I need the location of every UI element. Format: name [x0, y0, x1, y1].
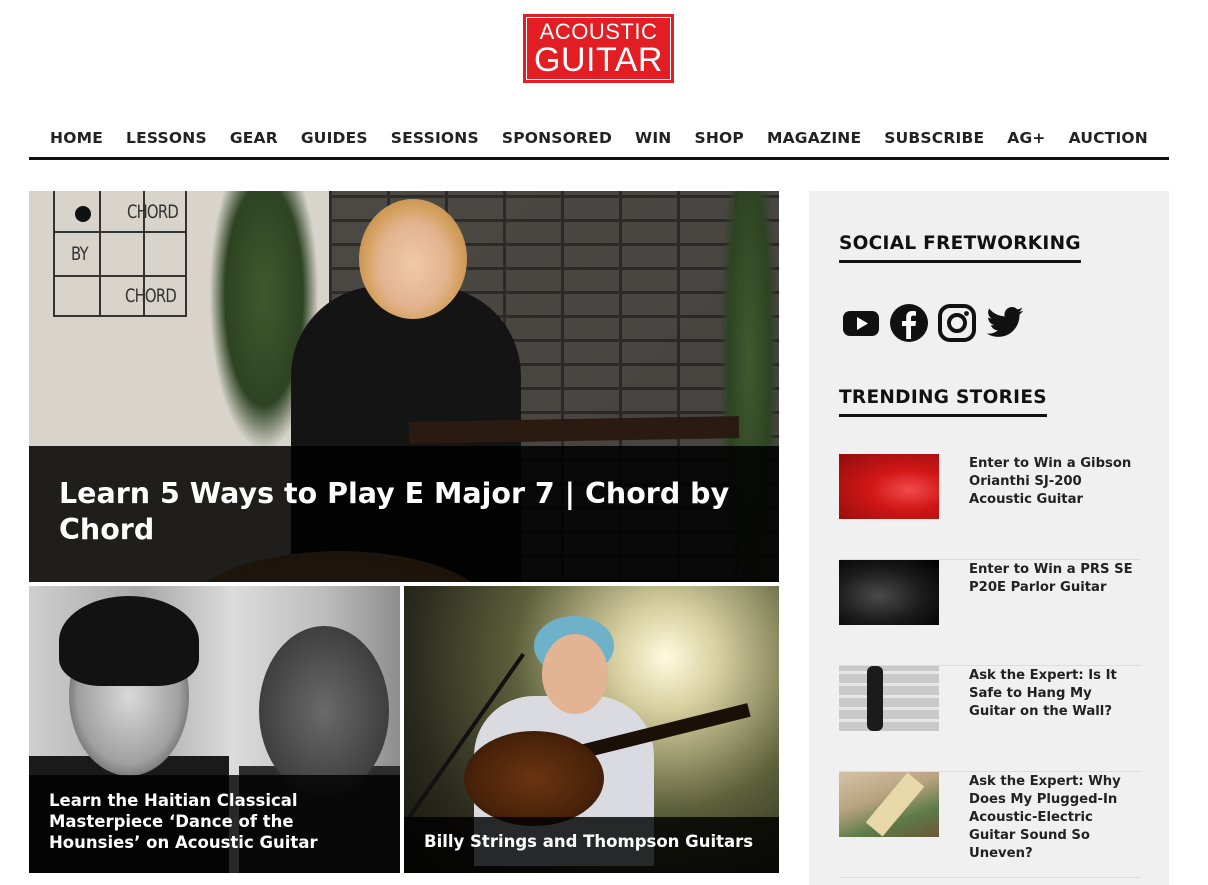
card-image-face-right: [259, 626, 389, 796]
card-title[interactable]: Learn the Haitian Classical Masterpiece …: [49, 790, 389, 853]
trending-title[interactable]: Enter to Win a Gibson Orianthi SJ-200 Ac…: [969, 455, 1141, 509]
nav-item-ag-plus[interactable]: AG+: [996, 129, 1057, 147]
trending-thumbnail[interactable]: [839, 560, 939, 625]
hero-image-head: [359, 199, 467, 319]
chord-logo-bottom: CHORD: [125, 285, 177, 307]
chord-logo-top: CHORD: [127, 201, 179, 223]
trending-item[interactable]: Ask the Expert: Is It Safe to Hang My Gu…: [839, 666, 1141, 772]
youtube-icon[interactable]: [841, 303, 881, 343]
nav-item-guides[interactable]: GUIDES: [289, 129, 379, 147]
chord-by-chord-logo: CHORD BY CHORD: [53, 191, 187, 317]
nav-item-sessions[interactable]: SESSIONS: [379, 129, 490, 147]
trending-thumbnail[interactable]: [839, 772, 939, 837]
logo-line-1: ACOUSTIC: [539, 18, 658, 44]
nav-item-lessons[interactable]: LESSONS: [115, 129, 219, 147]
nav-item-home[interactable]: HOME: [39, 129, 115, 147]
nav-item-auction[interactable]: AUCTION: [1057, 129, 1159, 147]
trending-title[interactable]: Enter to Win a PRS SE P20E Parlor Guitar: [969, 561, 1141, 597]
logo-line-2: GUITAR: [534, 40, 663, 79]
trending-item[interactable]: Enter to Win a Gibson Orianthi SJ-200 Ac…: [839, 454, 1141, 560]
nav-item-magazine[interactable]: MAGAZINE: [755, 129, 872, 147]
site-logo[interactable]: ACOUSTIC GUITAR: [523, 14, 674, 83]
nav-item-gear[interactable]: GEAR: [218, 129, 289, 147]
article-card-haitian[interactable]: Learn the Haitian Classical Masterpiece …: [29, 586, 400, 873]
social-icons: [841, 303, 1025, 343]
instagram-icon[interactable]: [937, 303, 977, 343]
article-card-billy-strings[interactable]: Billy Strings and Thompson Guitars: [404, 586, 779, 873]
social-heading: SOCIAL FRETWORKING: [839, 233, 1081, 263]
nav-item-shop[interactable]: SHOP: [683, 129, 755, 147]
card-image-guitar: [464, 731, 604, 826]
twitter-icon[interactable]: [985, 303, 1025, 343]
card-title[interactable]: Billy Strings and Thompson Guitars: [424, 831, 764, 852]
facebook-icon[interactable]: [889, 303, 929, 343]
chord-dot-icon: [75, 206, 91, 222]
trending-title[interactable]: Ask the Expert: Why Does My Plugged-In A…: [969, 773, 1141, 863]
nav-item-subscribe[interactable]: SUBSCRIBE: [873, 129, 996, 147]
nav-item-sponsored[interactable]: SPONSORED: [490, 129, 623, 147]
trending-title[interactable]: Ask the Expert: Is It Safe to Hang My Gu…: [969, 667, 1141, 721]
card-image-face: [542, 634, 608, 714]
main-nav: HOME LESSONS GEAR GUIDES SESSIONS SPONSO…: [29, 118, 1169, 160]
nav-item-win[interactable]: WIN: [624, 129, 683, 147]
trending-heading: TRENDING STORIES: [839, 387, 1047, 417]
trending-item[interactable]: Enter to Win a PRS SE P20E Parlor Guitar: [839, 560, 1141, 666]
trending-item[interactable]: Ask the Expert: Why Does My Plugged-In A…: [839, 772, 1141, 878]
hero-article[interactable]: CHORD BY CHORD Learn 5 Ways to Play E Ma…: [29, 191, 779, 582]
hero-title[interactable]: Learn 5 Ways to Play E Major 7 | Chord b…: [59, 476, 739, 548]
card-image-hair-left: [59, 596, 199, 686]
trending-thumbnail[interactable]: [839, 666, 939, 731]
chord-logo-middle: BY: [71, 243, 89, 265]
trending-thumbnail[interactable]: [839, 454, 939, 519]
sidebar: SOCIAL FRETWORKING TRENDING STORIES Ente…: [809, 191, 1169, 885]
